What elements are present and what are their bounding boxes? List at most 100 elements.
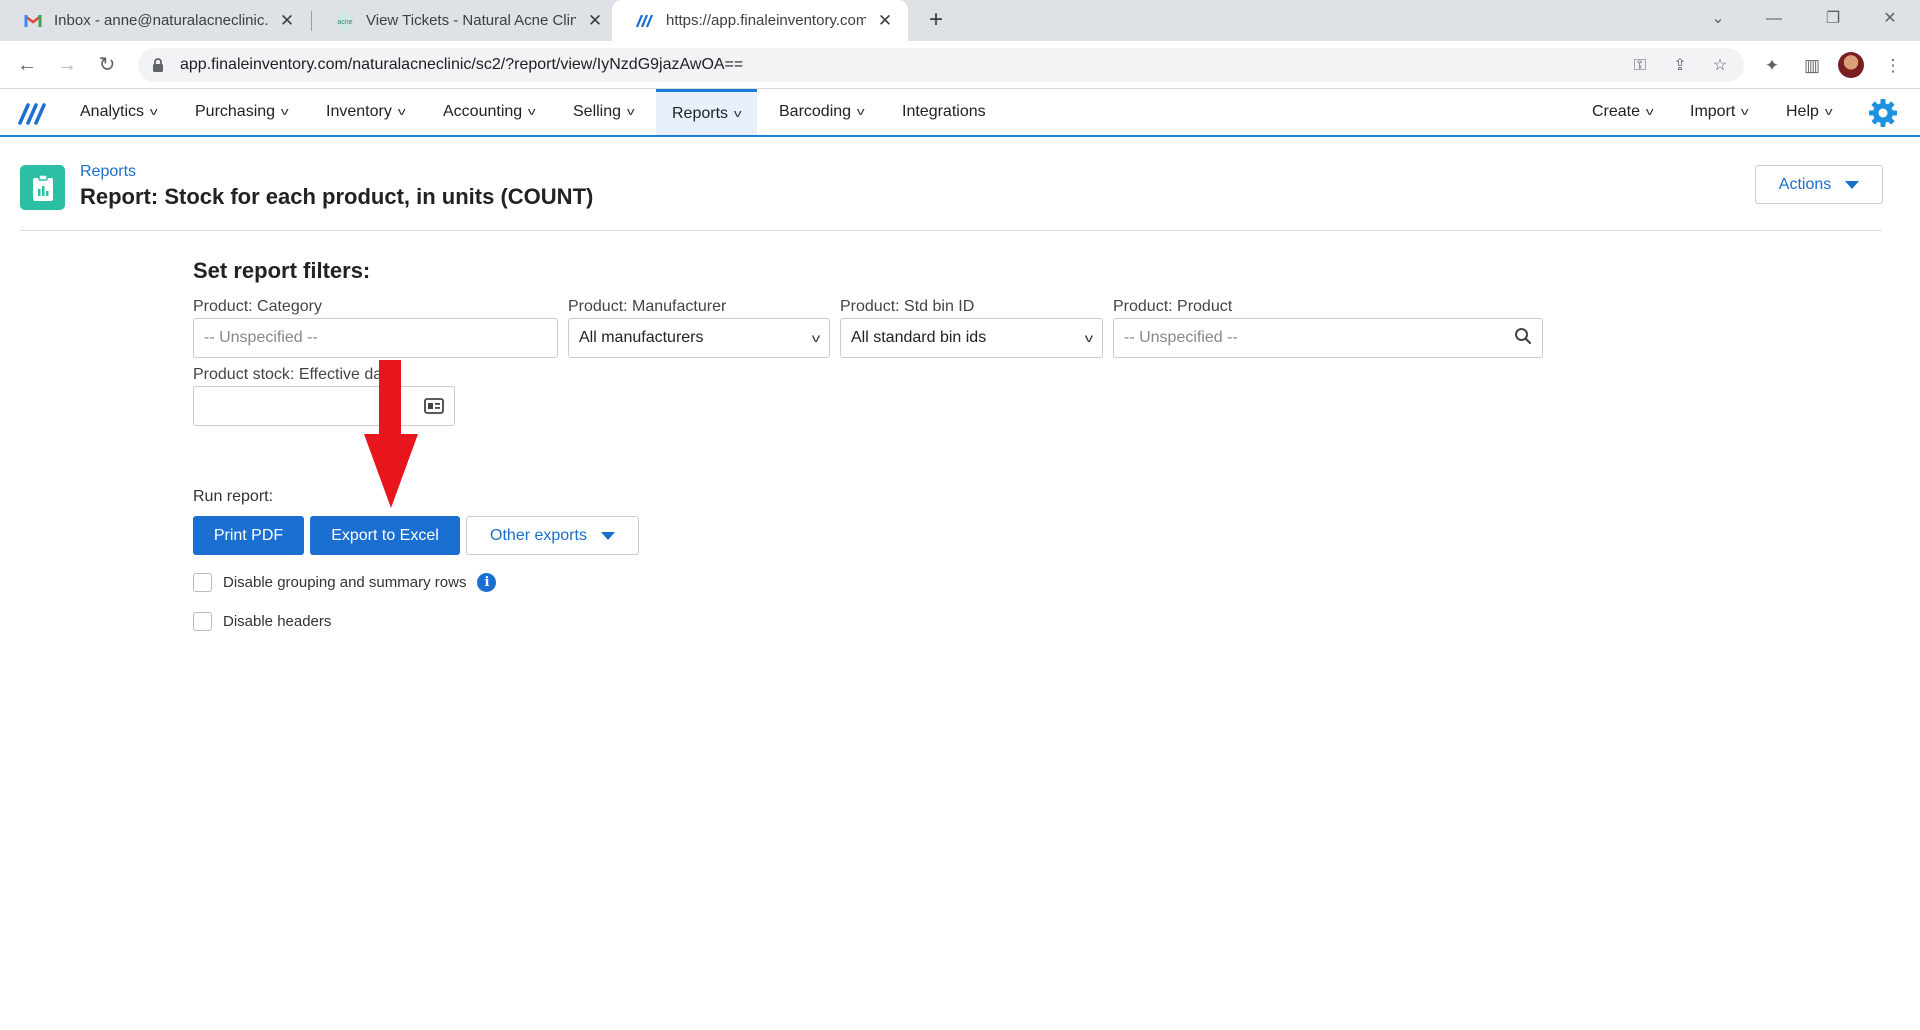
extensions-icon[interactable]: ✦ [1761,55,1783,77]
nav-label: Purchasing [195,103,276,120]
nav-inventory[interactable]: Inventory v [310,89,420,135]
manufacturer-label: Product: Manufacturer [568,298,727,315]
nav-import[interactable]: Import v [1674,89,1764,135]
actions-label: Actions [1778,175,1832,193]
gmail-icon [24,12,42,30]
chevron-down-icon: v [1741,106,1749,118]
print-pdf-button[interactable]: Print PDF [193,516,304,555]
other-exports-button[interactable]: Other exports [466,516,639,555]
chevron-down-icon: v [397,106,406,118]
export-excel-button[interactable]: Export to Excel [310,516,460,555]
minimize-icon[interactable]: — [1746,0,1802,41]
new-tab-button[interactable]: + [922,6,950,34]
category-input[interactable]: -- Unspecified -- [193,318,558,358]
chevron-down-icon: v [149,106,158,118]
nav-analytics[interactable]: Analytics v [64,89,173,135]
address-bar[interactable]: app.finaleinventory.com/naturalacneclini… [138,48,1744,82]
bin-label: Product: Std bin ID [840,298,975,315]
chevron-down-icon: v [280,106,289,118]
nav-integrations[interactable]: Integrations [886,89,1002,135]
nav-reports[interactable]: Reports v [656,89,757,135]
product-placeholder: -- Unspecified -- [1124,329,1238,346]
share-icon[interactable]: ⇪ [1668,54,1692,78]
disable-grouping-row: Disable grouping and summary rows i [193,572,497,592]
browser-tab-tickets[interactable]: acne View Tickets - Natural Acne Clinic … [312,0,618,41]
browser-tab-gmail[interactable]: Inbox - anne@naturalacneclinic.c ✕ [0,0,310,41]
disable-grouping-checkbox[interactable] [193,572,212,592]
annotation-arrow [364,360,418,508]
other-exports-label: Other exports [490,526,587,544]
svg-text:acne: acne [337,19,352,26]
chevron-down-icon: v [1084,331,1094,345]
tab-title: Inbox - anne@naturalacneclinic.c [54,12,268,29]
browser-tab-finale[interactable]: https://app.finaleinventory.com/r ✕ [612,0,908,41]
back-icon[interactable]: ← [12,50,42,80]
caret-down-icon [1845,180,1860,189]
close-icon[interactable]: ✕ [278,11,296,31]
nav-label: Inventory [326,103,392,120]
key-icon[interactable]: ⚿ [1628,54,1652,78]
close-icon[interactable]: ✕ [876,11,894,31]
nav-create[interactable]: Create v [1576,89,1669,135]
close-icon[interactable]: ✕ [586,11,604,31]
close-window-icon[interactable]: ✕ [1862,0,1918,41]
side-panel-icon[interactable]: ▥ [1801,55,1823,77]
disable-headers-label[interactable]: Disable headers [223,613,331,630]
chevron-down-icon: v [733,107,742,120]
calendar-icon[interactable] [424,398,444,414]
nav-label: Selling [573,103,622,120]
disable-grouping-label[interactable]: Disable grouping and summary rows [223,574,466,591]
chevron-down-icon: v [528,106,536,118]
chevron-down-icon: v [1824,106,1833,118]
nav-selling[interactable]: Selling v [557,89,650,135]
nav-help[interactable]: Help v [1770,89,1847,135]
nav-label: Help [1786,103,1819,120]
nav-label: Create [1592,103,1641,120]
forward-icon[interactable]: → [52,50,82,80]
info-icon[interactable]: i [477,572,497,592]
chevron-down-icon: v [626,106,635,118]
bin-value: All standard bin ids [851,329,987,346]
bin-select[interactable]: All standard bin ids v [840,318,1103,358]
reload-icon[interactable]: ↻ [92,50,122,80]
nav-purchasing[interactable]: Purchasing v [179,89,304,135]
caret-down-icon [600,531,615,540]
search-icon[interactable] [1514,327,1532,350]
tab-search-icon[interactable]: ⌄ [1690,0,1746,41]
finale-logo-icon[interactable] [18,101,50,125]
disable-headers-checkbox[interactable] [193,611,212,631]
lock-icon [152,57,170,73]
clinic-icon: acne [336,12,354,30]
filters-heading: Set report filters: [193,258,371,283]
product-input[interactable]: -- Unspecified -- [1113,318,1543,358]
profile-avatar[interactable] [1838,52,1864,78]
nav-label: Integrations [902,103,986,120]
manufacturer-select[interactable]: All manufacturers v [568,318,830,358]
nav-label: Accounting [443,103,523,120]
chevron-down-icon: v [811,331,821,345]
app-navbar: Analytics v Purchasing v Inventory v Accoun… [0,89,1920,137]
tab-title: View Tickets - Natural Acne Clinic [366,12,576,29]
nav-barcoding[interactable]: Barcoding v [763,89,880,135]
menu-dots-icon[interactable]: ⋮ [1882,55,1904,77]
url-text: app.finaleinventory.com/naturalacneclini… [180,56,744,73]
finale-icon [636,12,654,30]
nav-label: Barcoding [779,103,852,120]
chevron-down-icon: v [1645,106,1654,118]
tab-title: https://app.finaleinventory.com/r [666,12,866,29]
nav-label: Import [1690,103,1736,120]
browser-tabstrip: Inbox - anne@naturalacneclinic.c ✕ acne … [0,0,1920,41]
actions-button[interactable]: Actions [1755,165,1883,204]
bookmark-star-icon[interactable]: ☆ [1708,54,1732,78]
chevron-down-icon: v [856,106,865,118]
header-divider [20,230,1882,231]
report-clipboard-icon [20,165,65,210]
product-label: Product: Product [1113,298,1233,315]
gear-icon[interactable] [1868,98,1898,128]
nav-accounting[interactable]: Accounting v [427,89,551,135]
run-report-label: Run report: [193,488,274,505]
restore-icon[interactable]: ❐ [1805,0,1861,41]
breadcrumb[interactable]: Reports [80,163,136,181]
nav-label: Reports [672,104,729,122]
disable-headers-row: Disable headers [193,611,331,631]
